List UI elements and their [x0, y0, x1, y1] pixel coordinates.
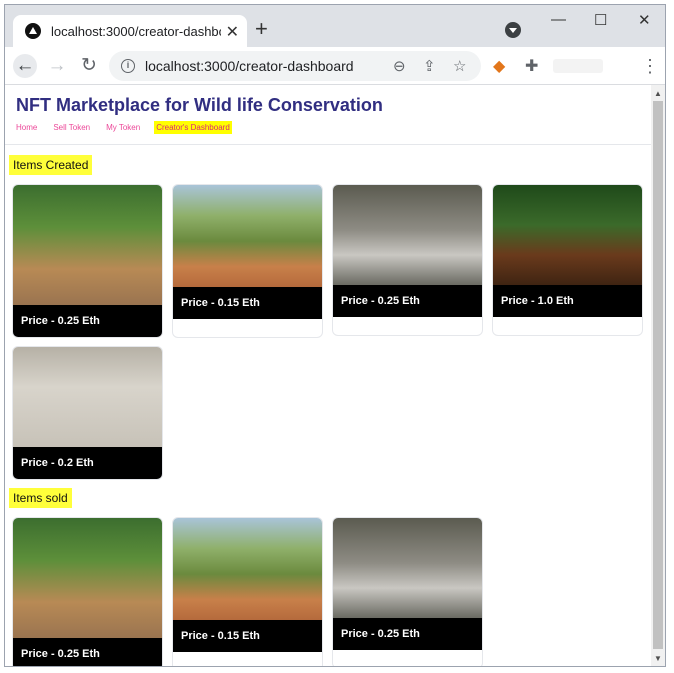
tab-search-icon[interactable]	[505, 22, 521, 38]
elephant-image	[173, 185, 322, 287]
zoom-icon[interactable]: ⊖	[393, 57, 406, 75]
window-close-button[interactable]: ✕	[638, 11, 651, 29]
profile-avatar[interactable]	[553, 59, 603, 73]
price-label: Price - 0.2 Eth	[13, 447, 162, 479]
price-label: Price - 0.25 Eth	[13, 638, 162, 666]
price-label: Price - 0.25 Eth	[333, 618, 482, 650]
minimize-button[interactable]: —	[551, 11, 566, 28]
nft-card[interactable]: Price - 0.25 Eth	[12, 184, 163, 338]
nft-card[interactable]: Price - 0.15 Eth	[172, 517, 323, 666]
nav-link-creators-dashboard[interactable]: Creator's Dashboard	[154, 120, 232, 134]
metamask-icon[interactable]: ◆	[493, 56, 505, 76]
nft-card[interactable]: Price - 0.25 Eth	[12, 517, 163, 666]
price-label: Price - 0.15 Eth	[173, 287, 322, 319]
nav-link-sell-token[interactable]: Sell Token	[51, 121, 92, 134]
share-icon[interactable]: ⇪	[423, 57, 436, 75]
price-label: Price - 0.15 Eth	[173, 620, 322, 652]
section-title-items-sold: Items sold	[9, 488, 72, 508]
tiger-image	[13, 185, 162, 305]
maximize-button[interactable]: ☐	[594, 11, 607, 29]
new-tab-button[interactable]: +	[255, 18, 268, 40]
nft-card[interactable]: Price - 0.15 Eth	[172, 184, 323, 338]
nft-card[interactable]: Price - 0.25 Eth	[332, 184, 483, 336]
header-divider	[5, 144, 651, 145]
scroll-up-arrow-icon[interactable]: ▲	[654, 89, 662, 98]
site-title: NFT Marketplace for Wild life Conservati…	[16, 95, 383, 115]
browser-window: localhost:3000/creator-dashboard ✕ + — ☐…	[4, 4, 666, 667]
orangutan-image	[493, 185, 642, 285]
browser-tab[interactable]: localhost:3000/creator-dashboard ✕	[13, 15, 247, 47]
page-scrollbar[interactable]: ▲ ▼	[651, 85, 665, 666]
price-label: Price - 1.0 Eth	[493, 285, 642, 317]
scroll-down-arrow-icon[interactable]: ▼	[654, 654, 662, 663]
nav-link-home[interactable]: Home	[14, 121, 39, 134]
price-label: Price - 0.25 Eth	[333, 285, 482, 317]
nft-card[interactable]: Price - 0.2 Eth	[12, 346, 163, 480]
nft-card[interactable]: Price - 1.0 Eth	[492, 184, 643, 336]
url-text[interactable]: localhost:3000/creator-dashboard	[145, 58, 354, 74]
nav-link-my-token[interactable]: My Token	[104, 121, 142, 134]
kebab-menu-icon[interactable]: ⋮	[641, 56, 659, 77]
elephant-image	[173, 518, 322, 620]
site-info-icon[interactable]: i	[121, 59, 135, 73]
back-arrow-icon[interactable]: ←	[13, 54, 37, 78]
site-nav: Home Sell Token My Token Creator's Dashb…	[14, 119, 244, 135]
tab-strip: localhost:3000/creator-dashboard ✕ + — ☐…	[5, 5, 665, 47]
page-viewport: NFT Marketplace for Wild life Conservati…	[5, 85, 651, 666]
polar-bear-image	[13, 347, 162, 447]
price-label: Price - 0.25 Eth	[13, 305, 162, 337]
snow-leopard-image	[333, 518, 482, 618]
forward-arrow-icon[interactable]: →	[45, 54, 69, 78]
browser-toolbar: ← → ↻ i localhost:3000/creator-dashboard…	[5, 47, 665, 85]
reload-icon[interactable]: ↻	[77, 54, 101, 78]
address-bar[interactable]: i localhost:3000/creator-dashboard ⊖ ⇪ ☆	[109, 51, 481, 81]
tiger-image	[13, 518, 162, 638]
scrollbar-thumb[interactable]	[653, 101, 663, 649]
extensions-puzzle-icon[interactable]: ✚	[525, 56, 538, 76]
bookmark-star-icon[interactable]: ☆	[453, 57, 466, 75]
section-title-items-created: Items Created	[9, 155, 93, 175]
snow-leopard-image	[333, 185, 482, 285]
tab-title: localhost:3000/creator-dashboard	[51, 23, 221, 39]
site-favicon-icon	[25, 23, 41, 39]
tab-close-icon[interactable]: ✕	[226, 22, 239, 42]
nft-card[interactable]: Price - 0.25 Eth	[332, 517, 483, 666]
